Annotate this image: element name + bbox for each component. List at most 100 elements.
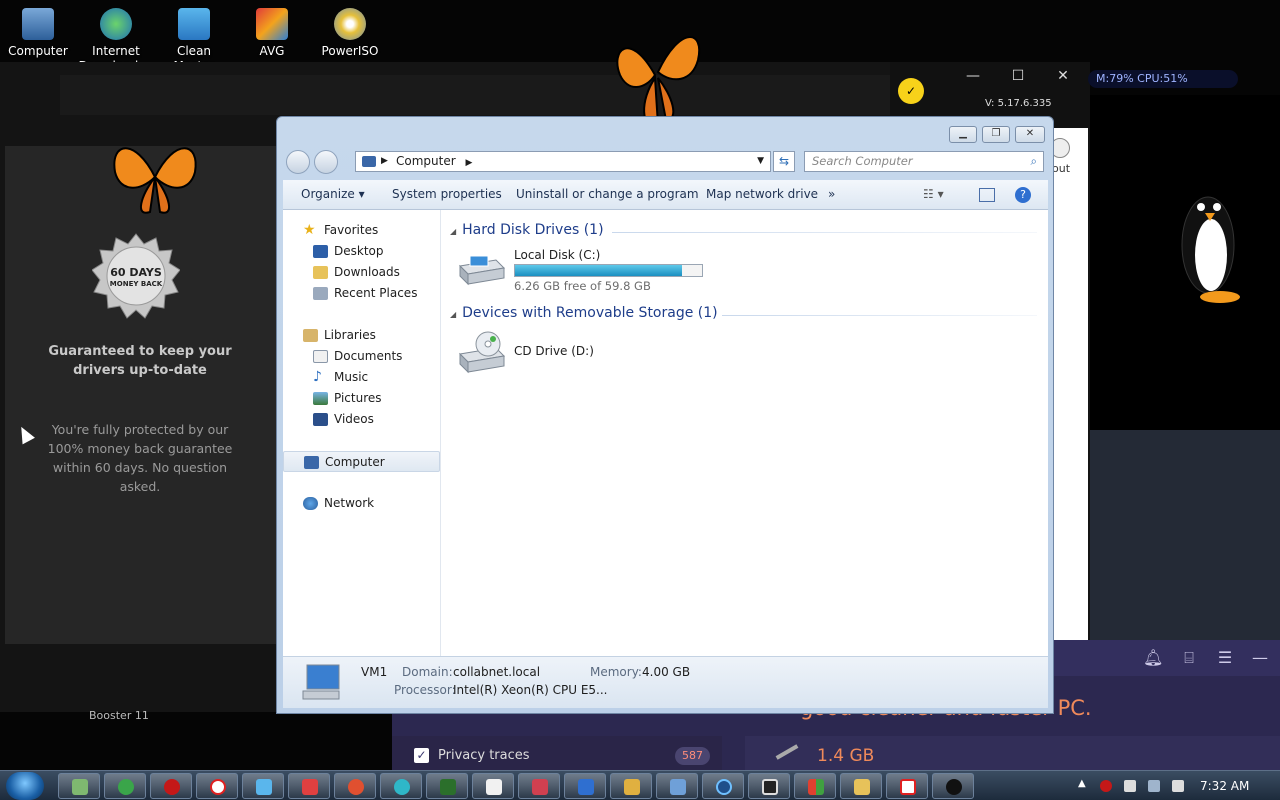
- maximize-button[interactable]: ☐: [998, 68, 1038, 88]
- system-monitor-widget[interactable]: M:79% CPU:51%: [1088, 70, 1238, 88]
- booster-label: Booster 11: [89, 709, 149, 722]
- collapse-triangle-icon: ◢: [450, 310, 457, 319]
- minimize-icon[interactable]: —: [1250, 648, 1270, 668]
- taskbar-app-button[interactable]: [380, 773, 422, 799]
- star-icon: ★: [303, 222, 316, 238]
- view-options-icon[interactable]: ☷ ▾: [923, 187, 944, 201]
- taskbar-explorer-button[interactable]: [58, 773, 100, 799]
- taskbar-app-button[interactable]: [426, 773, 468, 799]
- tray-antivirus-icon[interactable]: [1100, 780, 1112, 792]
- taskbar-app-button[interactable]: [334, 773, 376, 799]
- nav-downloads[interactable]: Downloads: [283, 262, 440, 283]
- taskbar-app-button[interactable]: [840, 773, 882, 799]
- taskbar-app-button[interactable]: [886, 773, 928, 799]
- more-commands-button[interactable]: »: [828, 187, 835, 201]
- address-bar[interactable]: ▶ Computer ▶ ▼: [355, 151, 771, 172]
- bell-icon[interactable]: 🔔︎: [1143, 648, 1163, 668]
- globe-download-icon: [100, 8, 132, 40]
- privacy-checkbox[interactable]: ✓: [414, 748, 429, 763]
- window-icon: [762, 779, 778, 795]
- broom-icon: [178, 8, 210, 40]
- nav-computer[interactable]: Computer: [283, 451, 440, 472]
- computer-icon: [302, 664, 340, 700]
- cd-drive-icon: [458, 331, 506, 374]
- desktop-icon-poweriso[interactable]: PowerISO: [312, 4, 388, 59]
- organize-button[interactable]: Organize ▾: [301, 187, 365, 201]
- details-pane: VM1 Domain: collabnet.local Memory: 4.00…: [283, 656, 1048, 708]
- tray-flag-icon[interactable]: [1124, 780, 1136, 792]
- refresh-button[interactable]: ⇆: [773, 151, 795, 172]
- drive-d[interactable]: CD Drive (D:): [456, 330, 656, 378]
- taskbar-app-button[interactable]: [564, 773, 606, 799]
- taskbar-clock[interactable]: 7:32 AM: [1200, 779, 1249, 793]
- taskbar-record-button[interactable]: [150, 773, 192, 799]
- taskbar-cleaner-button[interactable]: [242, 773, 284, 799]
- nav-favorites[interactable]: ★ Favorites: [283, 220, 440, 241]
- tray-show-hidden-icon[interactable]: ▲: [1078, 778, 1086, 789]
- help-icon[interactable]: ?: [1015, 187, 1031, 203]
- desktop-icon-avg[interactable]: AVG: [234, 4, 310, 59]
- check-badge-icon[interactable]: ✓: [898, 78, 924, 104]
- taskbar-app-button[interactable]: [610, 773, 652, 799]
- group-hard-disk-drives[interactable]: ◢ Hard Disk Drives (1): [450, 222, 604, 238]
- music-icon: ♪: [313, 369, 322, 385]
- drive-c[interactable]: Local Disk (C:) 6.26 GB free of 59.8 GB: [456, 244, 716, 293]
- system-properties-button[interactable]: System properties: [392, 187, 502, 201]
- taskbar-app-button[interactable]: [702, 773, 744, 799]
- taskbar-utorrent-button[interactable]: [104, 773, 146, 799]
- pencil-icon: [624, 779, 640, 795]
- start-button[interactable]: [6, 772, 44, 800]
- privacy-label: Privacy traces: [438, 748, 530, 763]
- computer-icon: [22, 8, 54, 40]
- taskbar-app-button[interactable]: [748, 773, 790, 799]
- explorer-content: ★ Favorites Desktop Downloads Recent Pla…: [283, 210, 1048, 656]
- nav-pictures[interactable]: Pictures: [283, 388, 440, 409]
- close-button[interactable]: ✕: [1043, 68, 1083, 88]
- desktop-icon-label: Computer: [8, 44, 68, 58]
- minimize-button[interactable]: ▁: [949, 126, 977, 143]
- taskbar-app-button[interactable]: [518, 773, 560, 799]
- penguin-icon: [1181, 196, 1240, 303]
- nav-desktop[interactable]: Desktop: [283, 241, 440, 262]
- nav-documents[interactable]: Documents: [283, 346, 440, 367]
- close-button[interactable]: ✕: [1015, 126, 1045, 143]
- chevron-down-icon[interactable]: ▼: [757, 152, 764, 171]
- desktop-icon-computer[interactable]: Computer: [0, 4, 76, 59]
- restore-button[interactable]: ❐: [982, 126, 1010, 143]
- play-icon: [900, 779, 916, 795]
- forward-button[interactable]: [314, 150, 338, 174]
- preview-pane-icon[interactable]: [979, 188, 995, 202]
- tray-network-icon[interactable]: [1148, 780, 1160, 792]
- navigation-pane: ★ Favorites Desktop Downloads Recent Pla…: [283, 210, 441, 656]
- search-input[interactable]: Search Computer ⌕: [804, 151, 1044, 172]
- logout-label[interactable]: out: [1052, 162, 1070, 175]
- minimize-button[interactable]: —: [953, 68, 993, 88]
- utorrent-icon: [118, 779, 134, 795]
- nav-videos[interactable]: Videos: [283, 409, 440, 430]
- nav-network[interactable]: Network: [283, 493, 440, 514]
- back-button[interactable]: [286, 150, 310, 174]
- nav-recent-places[interactable]: Recent Places: [283, 283, 440, 304]
- toolbox-icon[interactable]: ⌸: [1179, 648, 1199, 668]
- menu-icon[interactable]: ☰: [1215, 648, 1235, 668]
- x-icon: [394, 779, 410, 795]
- taskbar-video-button[interactable]: [288, 773, 330, 799]
- taskbar-app-button[interactable]: [932, 773, 974, 799]
- taskbar-app-button[interactable]: [472, 773, 514, 799]
- nav-libraries[interactable]: Libraries: [283, 325, 440, 346]
- uninstall-program-button[interactable]: Uninstall or change a program: [516, 187, 699, 201]
- mask-icon: [946, 779, 962, 795]
- group-removable-storage[interactable]: ◢ Devices with Removable Storage (1): [450, 305, 718, 321]
- map-network-drive-button[interactable]: Map network drive: [706, 187, 818, 201]
- content-pane: ◢ Hard Disk Drives (1) Local Disk (C:) 6.…: [442, 210, 1048, 656]
- taskbar-app-button[interactable]: [656, 773, 698, 799]
- nav-music[interactable]: ♪ Music: [283, 367, 440, 388]
- taskbar-app-button[interactable]: [794, 773, 836, 799]
- network-icon: [303, 497, 318, 510]
- videos-icon: [313, 413, 328, 426]
- taskbar-yandex-button[interactable]: [196, 773, 238, 799]
- tray-volume-icon[interactable]: [1172, 780, 1184, 792]
- breadcrumb-computer[interactable]: Computer: [396, 154, 456, 168]
- search-icon[interactable]: ⌕: [1031, 152, 1037, 171]
- chevron-right-icon: ▶: [465, 158, 473, 168]
